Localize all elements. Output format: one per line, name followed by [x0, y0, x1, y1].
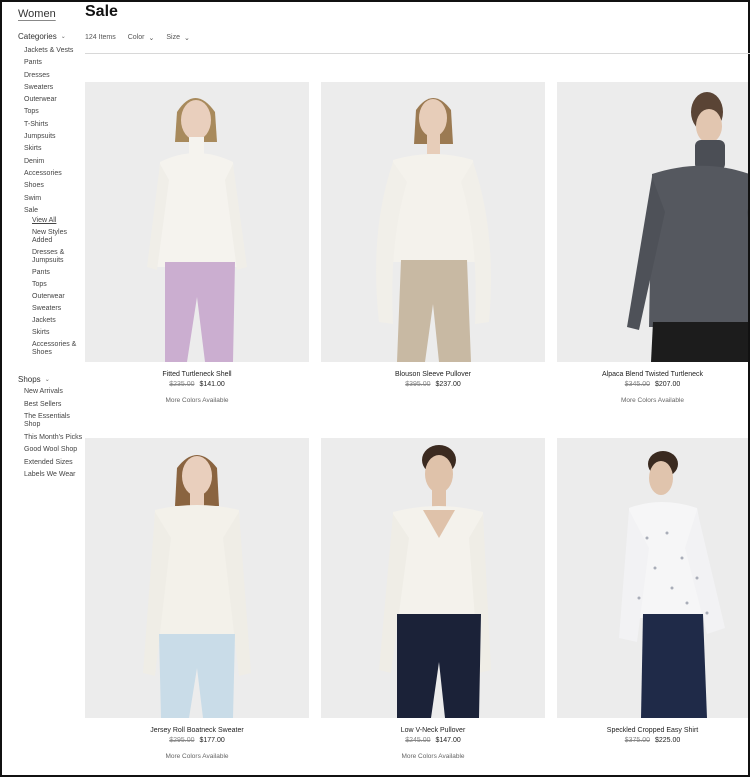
sidebar-item-skirts[interactable]: Skirts — [24, 143, 86, 155]
chevron-down-icon: ⌄ — [148, 35, 155, 42]
product-price: $295.00 $177.00 — [85, 737, 309, 744]
product-price: $395.00 $237.00 — [321, 381, 545, 388]
shop-item-best-sellers[interactable]: Best Sellers — [24, 401, 86, 409]
sidebar: Women Categories ⌄ Jackets & Vests Pants… — [18, 8, 86, 484]
shops-label: Shops — [18, 375, 41, 385]
categories-label: Categories — [18, 32, 57, 41]
sale-price: $147.00 — [435, 737, 461, 744]
original-price: $295.00 — [169, 737, 195, 744]
sidebar-subitem-new-styles[interactable]: New Styles Added — [32, 229, 86, 245]
product-price: $345.00 $207.00 — [557, 381, 748, 388]
page-title: Sale — [85, 3, 118, 20]
filter-bar: 124 Items Color ⌄ Size ⌄ — [85, 34, 190, 42]
sidebar-root-link[interactable]: Women — [18, 8, 86, 20]
product-image[interactable] — [557, 82, 748, 362]
sidebar-subitem-skirts[interactable]: Skirts — [32, 329, 86, 337]
sidebar-item-outerwear[interactable]: Outerwear — [24, 94, 86, 106]
shop-item-good-wool[interactable]: Good Wool Shop — [24, 446, 86, 454]
sidebar-item-jackets-vests[interactable]: Jackets & Vests — [24, 45, 86, 57]
shop-list: New Arrivals Best Sellers The Essentials… — [24, 388, 86, 479]
product-image[interactable] — [321, 82, 545, 362]
sidebar-subitem-sweaters[interactable]: Sweaters — [32, 305, 86, 313]
product-card[interactable]: Jersey Roll Boatneck Sweater $295.00 $17… — [85, 438, 309, 760]
original-price: $395.00 — [405, 381, 431, 388]
product-name[interactable]: Jersey Roll Boatneck Sweater — [85, 727, 309, 734]
more-colors-note: More Colors Available — [620, 397, 685, 404]
sidebar-subitem-view-all[interactable]: View All — [32, 217, 86, 225]
more-colors-note: More Colors Available — [165, 753, 229, 760]
product-name[interactable]: Alpaca Blend Twisted Turtleneck — [557, 371, 748, 378]
product-price: $375.00 $225.00 — [557, 737, 748, 744]
product-card[interactable]: Blouson Sleeve Pullover $395.00 $237.00 — [321, 82, 545, 397]
original-price: $345.00 — [624, 381, 651, 388]
sidebar-item-dresses[interactable]: Dresses — [24, 70, 86, 82]
shop-item-essentials[interactable]: The Essentials Shop — [24, 413, 86, 429]
sale-price: $225.00 — [654, 737, 681, 744]
shop-item-new-arrivals[interactable]: New Arrivals — [24, 388, 86, 396]
sidebar-subitem-dresses-jumpsuits[interactable]: Dresses & Jumpsuits — [32, 249, 86, 265]
product-image[interactable] — [321, 438, 545, 718]
categories-toggle[interactable]: Categories ⌄ — [18, 32, 86, 41]
sidebar-subitem-outerwear[interactable]: Outerwear — [32, 293, 86, 301]
original-price: $245.00 — [405, 737, 431, 744]
original-price: $375.00 — [624, 737, 651, 744]
sidebar-item-jumpsuits[interactable]: Jumpsuits — [24, 131, 86, 143]
sale-price: $207.00 — [654, 381, 681, 388]
more-colors-note: More Colors Available — [401, 753, 465, 760]
product-card[interactable]: Low V-Neck Pullover $245.00 $147.00 More… — [321, 438, 545, 760]
sale-price: $177.00 — [199, 737, 225, 744]
shops-toggle[interactable]: Shops ⌄ — [18, 375, 86, 384]
chevron-down-icon: ⌄ — [60, 34, 66, 40]
product-price: $235.00 $141.00 — [85, 381, 309, 388]
product-name[interactable]: Fitted Turtleneck Shell — [85, 371, 309, 378]
product-card[interactable]: Speckled Cropped Easy Shirt $375.00 $225… — [557, 438, 748, 753]
sidebar-subitem-accessories-shoes[interactable]: Accessories & Shoes — [32, 341, 86, 357]
sidebar-item-t-shirts[interactable]: T-Shirts — [24, 119, 86, 131]
sidebar-item-accessories[interactable]: Accessories — [24, 168, 86, 180]
sidebar-item-swim[interactable]: Swim — [24, 193, 86, 205]
color-filter-label: Color — [127, 34, 145, 41]
product-name[interactable]: Speckled Cropped Easy Shirt — [557, 727, 748, 734]
product-card[interactable]: Fitted Turtleneck Shell $235.00 $141.00 … — [85, 82, 309, 404]
sidebar-subitem-pants[interactable]: Pants — [32, 269, 86, 277]
size-filter-dropdown[interactable]: Size ⌄ — [166, 34, 190, 42]
shop-item-months-picks[interactable]: This Month's Picks — [24, 434, 86, 442]
sale-price: $141.00 — [199, 381, 225, 388]
sale-price: $237.00 — [435, 381, 461, 388]
sidebar-item-sale[interactable]: Sale — [24, 205, 86, 217]
sidebar-item-denim[interactable]: Denim — [24, 156, 86, 168]
product-image[interactable] — [85, 438, 309, 718]
sidebar-subitem-jackets[interactable]: Jackets — [32, 317, 86, 325]
shop-item-labels[interactable]: Labels We Wear — [24, 471, 86, 479]
product-price: $245.00 $147.00 — [321, 737, 545, 744]
color-filter-dropdown[interactable]: Color ⌄ — [128, 34, 155, 42]
item-count: 124 Items — [85, 34, 116, 41]
chevron-down-icon: ⌄ — [44, 377, 50, 384]
sidebar-item-pants[interactable]: Pants — [24, 57, 86, 69]
header-divider — [85, 53, 750, 54]
original-price: $235.00 — [169, 381, 195, 388]
sidebar-subitem-tops[interactable]: Tops — [32, 281, 86, 289]
category-list: Jackets & Vests Pants Dresses Sweaters O… — [24, 45, 86, 217]
product-name[interactable]: Blouson Sleeve Pullover — [321, 371, 545, 378]
product-name[interactable]: Low V-Neck Pullover — [321, 727, 545, 734]
shop-item-extended-sizes[interactable]: Extended Sizes — [24, 459, 86, 467]
sale-sublist: View All New Styles Added Dresses & Jump… — [32, 217, 86, 357]
sidebar-item-shoes[interactable]: Shoes — [24, 180, 86, 192]
product-image[interactable] — [85, 82, 309, 362]
product-image[interactable] — [557, 438, 748, 718]
more-colors-note: More Colors Available — [165, 397, 229, 404]
size-filter-label: Size — [166, 34, 180, 41]
chevron-down-icon: ⌄ — [183, 35, 190, 42]
sidebar-item-tops[interactable]: Tops — [24, 106, 86, 118]
product-card[interactable]: Alpaca Blend Twisted Turtleneck $345.00 … — [557, 82, 748, 404]
sidebar-item-sweaters[interactable]: Sweaters — [24, 82, 86, 94]
